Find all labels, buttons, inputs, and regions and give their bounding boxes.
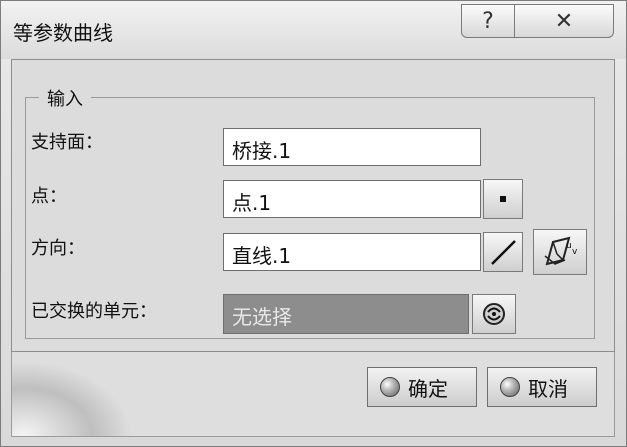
cancel-button-label: 取消 — [528, 376, 568, 401]
point-field[interactable]: 点.1 — [223, 180, 481, 218]
svg-text:v: v — [572, 247, 578, 257]
ok-button[interactable]: 确定 — [367, 367, 477, 407]
ok-button-label: 确定 — [408, 376, 448, 401]
help-button[interactable]: ? — [461, 4, 515, 38]
dialog-window: 等参数曲线 ? ✕ 输入 支持面： 桥接.1 点： 点.1 方向： 直线.1 u… — [0, 0, 627, 447]
cancel-button[interactable]: 取消 — [487, 367, 597, 407]
input-group-label: 输入 — [39, 85, 91, 111]
point-select-button[interactable] — [483, 179, 523, 219]
compass-icon: u v — [544, 236, 578, 266]
direction-label: 方向： — [31, 238, 85, 259]
svg-text:u: u — [566, 241, 572, 251]
line-direction-button[interactable] — [483, 232, 523, 272]
swapped-cells-label: 已交换的单元： — [31, 301, 157, 322]
point-label: 点： — [31, 186, 67, 207]
dialog-title: 等参数曲线 — [13, 21, 113, 45]
support-label: 支持面： — [31, 132, 103, 153]
swap-cells-icon — [483, 303, 505, 325]
support-field[interactable]: 桥接.1 — [223, 128, 481, 166]
compass-direction-button[interactable]: u v — [533, 229, 587, 275]
cancel-ball-icon — [500, 377, 520, 397]
direction-field[interactable]: 直线.1 — [223, 233, 481, 271]
ok-ball-icon — [380, 377, 400, 397]
swapped-cells-field[interactable]: 无选择 — [223, 294, 469, 334]
close-icon: ✕ — [554, 8, 574, 34]
swap-cells-button[interactable] — [472, 294, 516, 334]
close-button[interactable]: ✕ — [514, 4, 614, 38]
line-icon — [491, 240, 516, 265]
point-icon — [500, 196, 506, 202]
title-bar: 等参数曲线 ? ✕ — [1, 1, 626, 59]
help-icon: ? — [482, 8, 494, 34]
